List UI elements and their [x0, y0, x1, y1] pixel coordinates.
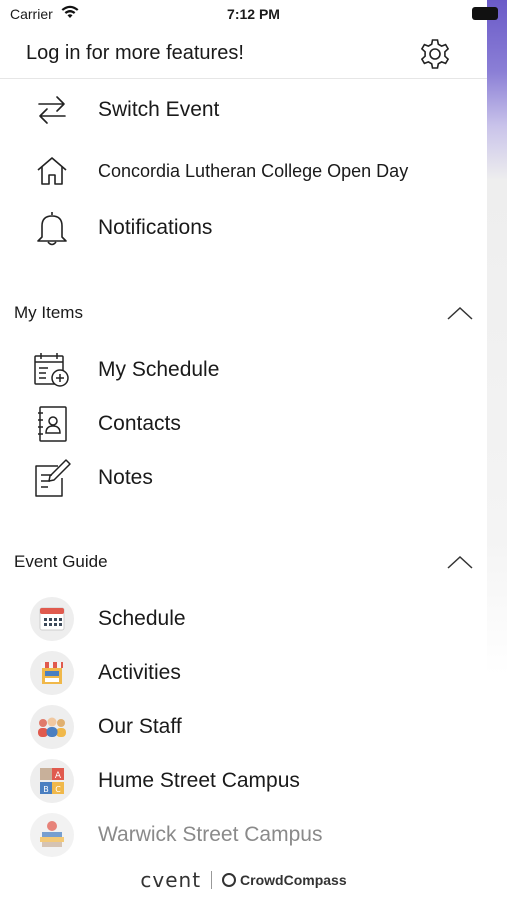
menu-item-schedule[interactable]: Schedule	[0, 592, 487, 646]
people-icon	[30, 705, 74, 749]
section-header-my-items[interactable]: My Items	[0, 298, 487, 328]
footer-branding: cvent CrowdCompass	[0, 868, 487, 892]
note-pencil-icon	[30, 456, 74, 500]
svg-text:C: C	[55, 785, 61, 794]
menu-item-label: Schedule	[98, 607, 186, 630]
menu-item-label: Hume Street Campus	[98, 769, 300, 792]
login-prompt[interactable]: Log in for more features!	[26, 42, 244, 65]
menu-item-hume-street-campus[interactable]: A B C Hume Street Campus	[0, 754, 487, 808]
section-title: My Items	[14, 303, 83, 322]
home-icon	[30, 149, 74, 193]
calendar-add-icon	[30, 348, 74, 392]
chevron-up-icon[interactable]	[446, 304, 474, 322]
menu-item-label: Activities	[98, 661, 181, 684]
navigation-drawer: Carrier 7:12 PM Log in for more features…	[0, 0, 498, 900]
menu-item-label: My Schedule	[98, 358, 220, 381]
bell-icon	[30, 206, 74, 250]
market-stall-icon	[30, 651, 74, 695]
status-bar: Carrier 7:12 PM	[0, 0, 507, 30]
menu-item-my-schedule[interactable]: My Schedule	[0, 343, 487, 397]
menu-item-switch-event[interactable]: Switch Event	[0, 83, 487, 137]
books-apple-icon	[30, 813, 74, 857]
status-time: 7:12 PM	[227, 6, 280, 22]
footer-divider	[211, 871, 213, 889]
menu-item-label: Contacts	[98, 412, 181, 435]
section-header-event-guide[interactable]: Event Guide	[0, 547, 487, 577]
battery-icon	[472, 7, 498, 20]
crowdcompass-logo: CrowdCompass	[222, 872, 347, 888]
abc-blocks-icon: A B C	[30, 759, 74, 803]
svg-text:B: B	[43, 785, 49, 794]
menu-item-contacts[interactable]: Contacts	[0, 397, 487, 451]
menu-item-label: Concordia Lutheran College Open Day	[98, 161, 409, 181]
switch-arrows-icon	[30, 88, 74, 132]
gear-icon[interactable]	[418, 37, 452, 71]
crowdcompass-icon	[222, 873, 237, 887]
calendar-icon	[30, 597, 74, 641]
menu-item-label: Notes	[98, 466, 153, 489]
section-title: Event Guide	[14, 552, 108, 571]
menu-item-notifications[interactable]: Notifications	[0, 201, 487, 255]
menu-item-event-home[interactable]: Concordia Lutheran College Open Day	[0, 144, 487, 198]
cvent-logo: cvent	[140, 868, 202, 892]
menu-item-warwick-street-campus[interactable]: Warwick Street Campus	[0, 808, 487, 862]
crowdcompass-label: CrowdCompass	[240, 872, 347, 888]
menu-item-our-staff[interactable]: Our Staff	[0, 700, 487, 754]
background-app-strip[interactable]	[487, 0, 507, 900]
menu-item-activities[interactable]: Activities	[0, 646, 487, 700]
menu-item-label: Notifications	[98, 216, 213, 239]
menu-item-notes[interactable]: Notes	[0, 451, 487, 505]
drawer-header: Log in for more features!	[0, 30, 487, 79]
menu-item-label: Switch Event	[98, 98, 220, 121]
menu-item-label: Warwick Street Campus	[98, 823, 323, 846]
contacts-book-icon	[30, 402, 74, 446]
chevron-up-icon[interactable]	[446, 553, 474, 571]
svg-text:A: A	[55, 771, 62, 781]
menu-item-label: Our Staff	[98, 715, 182, 738]
